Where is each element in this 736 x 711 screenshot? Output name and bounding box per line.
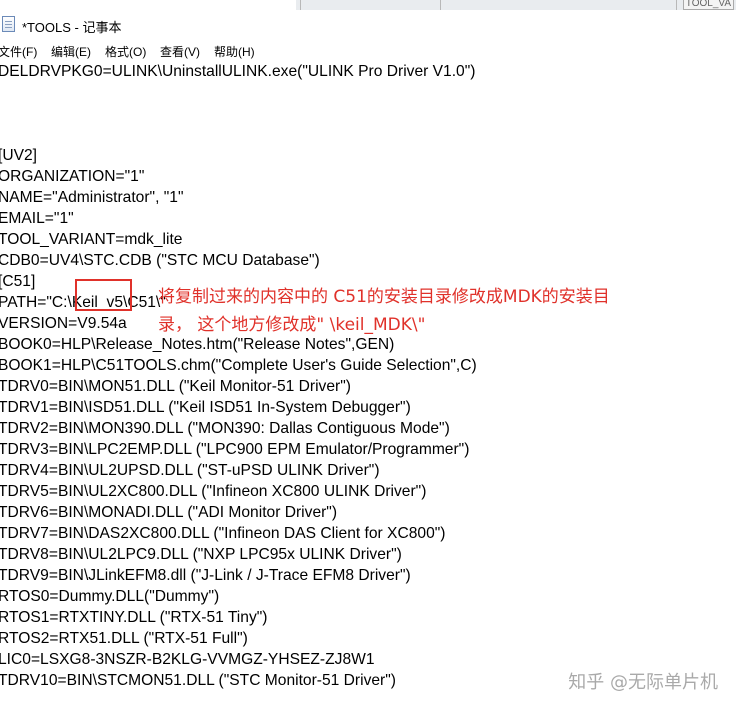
menu-help[interactable]: 帮助(H) — [214, 43, 255, 60]
background-divider — [440, 0, 441, 10]
menu-format[interactable]: 格式(O) — [105, 43, 146, 60]
text-line[interactable]: TOOL_VARIANT=mdk_lite — [0, 229, 182, 250]
text-line[interactable]: BOOK1=HLP\C51TOOLS.chm("Complete User's … — [0, 355, 477, 376]
background-divider — [676, 0, 677, 10]
text-line[interactable]: TDRV9=BIN\JLinkEFM8.dll ("J-Link / J-Tra… — [0, 565, 411, 586]
text-line[interactable]: RTOS1=RTXTINY.DLL ("RTX-51 Tiny") — [0, 607, 267, 628]
annotation-text-line2: 录， 这个地方修改成" \keil_MDK\" — [158, 315, 426, 335]
annotation-highlight-box — [75, 279, 132, 311]
text-line[interactable]: ORGANIZATION="1" — [0, 166, 144, 187]
text-line[interactable]: TDRV10=BIN\STCMON51.DLL ("STC Monitor-51… — [0, 670, 396, 691]
text-line[interactable]: RTOS0=Dummy.DLL("Dummy") — [0, 586, 219, 607]
text-line[interactable]: TDRV0=BIN\MON51.DLL ("Keil Monitor-51 Dr… — [0, 376, 351, 397]
text-editor-area[interactable]: DELDRVPKG0=ULINK\UninstallULINK.exe("ULI… — [0, 60, 736, 711]
title-bar[interactable]: *TOOLS - 记事本 — [0, 10, 736, 40]
notepad-icon — [2, 16, 15, 32]
text-line[interactable]: TDRV2=BIN\MON390.DLL ("MON390: Dallas Co… — [0, 418, 450, 439]
background-divider — [300, 0, 301, 10]
text-line[interactable]: TDRV3=BIN\LPC2EMP.DLL ("LPC900 EPM Emula… — [0, 439, 469, 460]
annotation-text-line1: 将复制过来的内容中的 C51的安装目录修改成MDK的安装目 — [158, 287, 610, 307]
menu-view[interactable]: 查看(V) — [160, 43, 200, 60]
text-line[interactable]: VERSION=V9.54a — [0, 313, 127, 334]
text-line[interactable]: NAME="Administrator", "1" — [0, 187, 184, 208]
watermark: 知乎 @无际单片机 — [568, 672, 718, 693]
text-line[interactable]: TDRV1=BIN\ISD51.DLL ("Keil ISD51 In-Syst… — [0, 397, 411, 418]
menu-bar: 文件(F) 编辑(E) 格式(O) 查看(V) 帮助(H) — [0, 40, 736, 60]
menu-file[interactable]: 文件(F) — [0, 43, 37, 60]
text-line[interactable]: [UV2] — [0, 145, 37, 166]
text-line[interactable]: TDRV7=BIN\DAS2XC800.DLL ("Infineon DAS C… — [0, 523, 445, 544]
text-line[interactable]: TDRV4=BIN\UL2UPSD.DLL ("ST-uPSD ULINK Dr… — [0, 460, 380, 481]
window-title: *TOOLS - 记事本 — [22, 20, 122, 35]
text-line[interactable]: TDRV5=BIN\UL2XC800.DLL ("Infineon XC800 … — [0, 481, 426, 502]
text-line[interactable]: TDRV8=BIN\UL2LPC9.DLL ("NXP LPC95x ULINK… — [0, 544, 402, 565]
notepad-window: TOOL_VA *TOOLS - 记事本 文件(F) 编辑(E) 格式(O) 查… — [0, 0, 736, 711]
background-window-title[interactable]: TOOL_VA — [682, 0, 734, 10]
text-line[interactable]: EMAIL="1" — [0, 208, 74, 229]
text-line[interactable]: TDRV6=BIN\MONADI.DLL ("ADI Monitor Drive… — [0, 502, 337, 523]
text-line[interactable]: RTOS2=RTX51.DLL ("RTX-51 Full") — [0, 628, 248, 649]
text-line[interactable]: [C51] — [0, 271, 35, 292]
text-line[interactable]: CDB0=UV4\STC.CDB ("STC MCU Database") — [0, 250, 320, 271]
text-line[interactable]: LIC0=LSXG8-3NSZR-B2KLG-VVMGZ-YHSEZ-ZJ8W1 — [0, 649, 375, 670]
text-line[interactable]: DELDRVPKG0=ULINK\UninstallULINK.exe("ULI… — [0, 61, 475, 82]
menu-edit[interactable]: 编辑(E) — [51, 43, 91, 60]
